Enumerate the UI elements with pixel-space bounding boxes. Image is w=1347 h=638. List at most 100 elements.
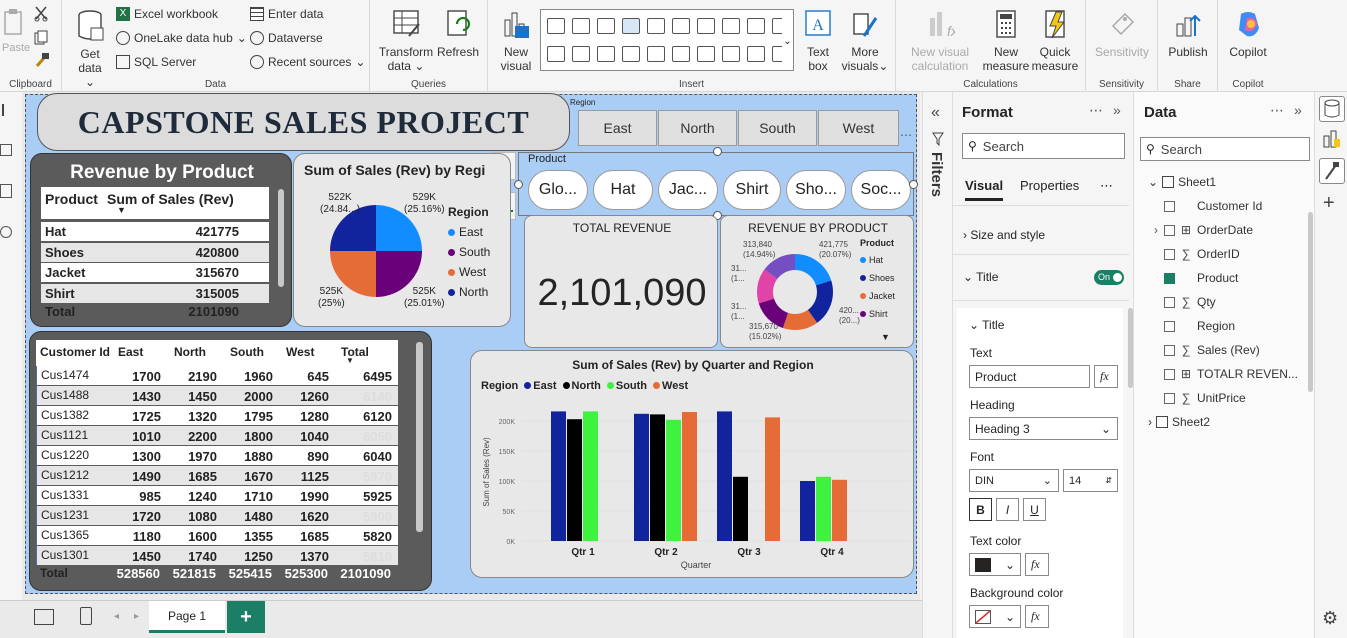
ribbon-icon[interactable]	[722, 18, 740, 34]
copy-icon[interactable]	[34, 30, 48, 46]
prev-page-icon[interactable]: ◂	[114, 611, 119, 622]
field-orderdate[interactable]: › ⊞ OrderDate	[1134, 218, 1314, 242]
fx-button[interactable]: fx	[1025, 605, 1049, 628]
treemap-icon[interactable]	[572, 46, 590, 62]
title-subsection[interactable]: ⌄ Title	[969, 318, 1004, 332]
bar-east-qtr3[interactable]	[717, 411, 732, 541]
table-row[interactable]: Shirt 315005	[41, 283, 269, 303]
model-view-icon[interactable]	[0, 184, 12, 198]
resize-handle[interactable]	[514, 180, 523, 189]
format-painter-icon[interactable]	[34, 52, 50, 68]
collapse-icon[interactable]: «	[931, 104, 940, 122]
table-row[interactable]: Shoes 420800	[41, 242, 269, 262]
onelake-button[interactable]: OneLake data hub ⌄	[116, 31, 247, 45]
column-header-sales[interactable]: Sum of Sales (Rev)	[107, 191, 234, 207]
field-checkbox[interactable]	[1164, 248, 1175, 260]
transform-data-button[interactable]: Transform data ⌄	[378, 8, 434, 73]
region-north-button[interactable]: North	[658, 110, 737, 146]
region-east-button[interactable]: East	[578, 110, 657, 146]
region-west-button[interactable]: West	[818, 110, 899, 146]
dax-view-icon[interactable]	[0, 226, 12, 238]
scrollbar[interactable]	[1308, 212, 1313, 392]
bar-east-qtr1[interactable]	[551, 411, 566, 541]
field-qty[interactable]: ∑ Qty	[1134, 290, 1314, 314]
sensitivity-button[interactable]: Sensitivity	[1092, 8, 1152, 59]
add-pane-icon[interactable]: +	[1323, 192, 1335, 215]
format-search-input[interactable]: ⚲ Search	[962, 133, 1125, 159]
field-orderid[interactable]: ∑ OrderID	[1134, 242, 1314, 266]
table-row[interactable]: Cus1488 1430 1450 2000 1260 6140	[36, 386, 398, 405]
bar-west-qtr4[interactable]	[832, 479, 847, 541]
product-pill-hat[interactable]: Hat	[593, 170, 653, 210]
fx-button[interactable]: fx	[1025, 553, 1049, 576]
bar-west-qtr3[interactable]	[765, 417, 780, 541]
bold-button[interactable]: B	[969, 498, 992, 521]
settings-icon[interactable]: ⚙	[1322, 608, 1338, 629]
product-pill-shirt[interactable]: Shirt	[723, 170, 781, 210]
title-text-input[interactable]: Product	[969, 365, 1090, 388]
gallery-expand-icon[interactable]: ⌄	[782, 9, 794, 71]
donut-icon[interactable]	[547, 46, 565, 62]
font-size-input[interactable]: 14 ⇵	[1063, 469, 1118, 492]
more-options-icon[interactable]: ⋯	[1089, 102, 1103, 119]
legend-item-east[interactable]: East	[448, 222, 490, 242]
pie-chart-card[interactable]: Sum of Sales (Rev) by Regi 522K (24.84...…	[293, 153, 511, 327]
table-row[interactable]: Jacket 315670	[41, 263, 269, 282]
field-checkbox[interactable]	[1164, 272, 1175, 284]
area-icon[interactable]	[697, 18, 715, 34]
enter-data-button[interactable]: Enter data	[250, 7, 323, 21]
new-measure-button[interactable]: New measure	[982, 8, 1030, 73]
data-pane-icon[interactable]	[1319, 96, 1345, 122]
field-checkbox[interactable]	[1164, 296, 1175, 308]
clustered-bar-icon[interactable]	[572, 18, 590, 34]
field-customer-id[interactable]: Customer Id	[1134, 194, 1314, 218]
desktop-view-icon[interactable]	[34, 609, 54, 625]
mobile-view-icon[interactable]	[80, 607, 92, 625]
table-row[interactable]: Cus1220 1300 1970 1880 890 6040	[36, 446, 398, 465]
stacked-column-icon[interactable]	[597, 18, 615, 34]
add-page-button[interactable]: +	[227, 601, 265, 633]
table-row[interactable]: Cus1301 1450 1740 1250 1370 5810	[36, 546, 398, 565]
table-row[interactable]: Cus1212 1490 1685 1670 1125 5970	[36, 466, 398, 485]
field-sales-rev-[interactable]: ∑ Sales (Rev)	[1134, 338, 1314, 362]
column-header[interactable]: South	[230, 345, 264, 359]
product-pill-jacket[interactable]: Jac...	[658, 170, 718, 210]
legend-item-shoes[interactable]: Shoes	[860, 269, 895, 287]
table-sheet1[interactable]: ⌄ Sheet1	[1148, 170, 1328, 194]
bar-south-qtr1[interactable]	[583, 411, 598, 541]
field-region[interactable]: Region	[1134, 314, 1314, 338]
fx-button[interactable]: fx	[1094, 365, 1118, 388]
field-checkbox[interactable]	[1164, 368, 1175, 380]
data-search-input[interactable]: ⚲ Search	[1140, 137, 1310, 161]
field-product[interactable]: Product	[1134, 266, 1314, 290]
product-pill-gloves[interactable]: Glo...	[528, 170, 588, 210]
line-icon[interactable]	[672, 18, 690, 34]
filters-pane-collapsed[interactable]: « Filters	[922, 92, 952, 638]
table-row[interactable]: Cus1382 1725 1320 1795 1280 6120	[36, 406, 398, 425]
customer-region-matrix[interactable]: Customer Id East North South West Total ▼ Tota…	[29, 331, 432, 591]
build-visual-icon[interactable]	[1323, 130, 1341, 148]
legend-item-west[interactable]: West	[448, 262, 490, 282]
report-title-card[interactable]: CAPSTONE SALES PROJECT	[37, 93, 570, 151]
field-totalr-reven-[interactable]: ⊞ TOTALR REVEN...	[1134, 362, 1314, 386]
legend-item-shirt[interactable]: Shirt	[860, 305, 895, 323]
chevron-right-icon[interactable]: ›	[1134, 223, 1164, 237]
column-header-product[interactable]: Product	[45, 191, 98, 207]
product-pill-shoes[interactable]: Sho...	[786, 170, 846, 210]
card-icon[interactable]	[647, 46, 665, 62]
table-row[interactable]: Hat 421775	[41, 222, 269, 241]
bar-north-qtr2[interactable]	[650, 414, 665, 541]
table-icon[interactable]	[722, 46, 740, 62]
quick-measure-button[interactable]: Quick measure	[1030, 8, 1080, 73]
title-section[interactable]: ⌄ Title	[963, 270, 998, 284]
get-data-button[interactable]: Get data ⌄	[72, 8, 108, 89]
bar-east-qtr2[interactable]	[634, 413, 649, 541]
paste-button[interactable]: Paste	[2, 8, 30, 55]
legend-scroll-down-icon[interactable]: ▼	[881, 332, 890, 342]
donut-chart-card[interactable]: REVENUE BY PRODUCT 313,840 (14.94%) 421,7…	[720, 215, 914, 348]
legend-item-jacket[interactable]: Jacket	[860, 287, 895, 305]
table-row[interactable]: Cus1331 985 1240 1710 1990 5925	[36, 486, 398, 505]
bar-south-qtr4[interactable]	[816, 476, 831, 541]
column-header[interactable]: East	[118, 345, 143, 359]
format-pane-icon[interactable]	[1319, 158, 1345, 184]
